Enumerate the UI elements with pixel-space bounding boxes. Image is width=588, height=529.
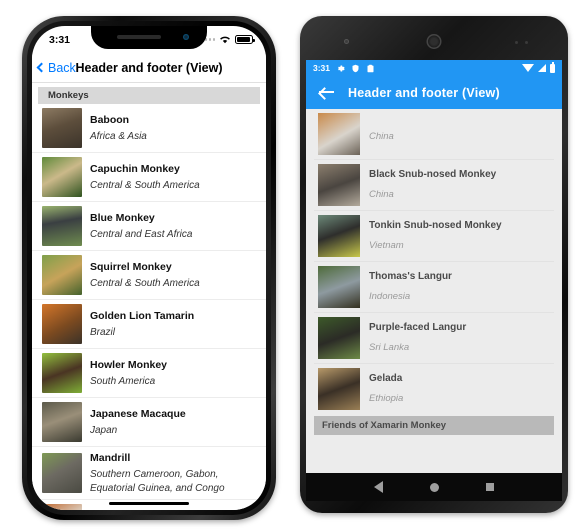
ios-back-button[interactable]: Back: [32, 61, 76, 75]
earpiece-speaker-icon: [117, 35, 161, 39]
android-top-bezel: [306, 22, 562, 60]
nav-recents-icon[interactable]: [486, 483, 495, 491]
android-list-footer: Friends of Xamarin Monkey: [314, 416, 554, 435]
android-device-frame: 3:31 Header and footer (View) China Blac…: [300, 16, 568, 513]
ios-navigation-bar: Back Header and footer (View): [32, 53, 266, 83]
monkey-location: Central & South America: [90, 179, 200, 191]
monkey-location: Ethiopia: [369, 393, 404, 405]
earpiece-speaker-icon: [426, 34, 442, 49]
list-item[interactable]: Black Snub-nosed Monkey China: [314, 159, 554, 210]
monkey-location: Sri Lanka: [369, 342, 410, 354]
front-camera-icon: [183, 34, 189, 40]
monkey-thumbnail: [42, 157, 82, 197]
list-item[interactable]: Blue Monkey Central and East Africa: [32, 201, 266, 250]
list-item[interactable]: China: [314, 109, 554, 159]
monkey-location: South America: [90, 375, 156, 387]
list-item[interactable]: Gelada Ethiopia: [314, 363, 554, 414]
monkey-location: Southern Cameroon, Gabon, Equatorial Gui…: [90, 469, 225, 494]
ios-home-indicator: [109, 501, 189, 505]
chevron-left-icon: [36, 62, 47, 73]
monkey-thumbnail: [42, 206, 82, 246]
battery-icon: [235, 35, 255, 44]
monkey-thumbnail: [318, 113, 360, 155]
list-item[interactable]: Mandrill Southern Cameroon, Gabon, Equato…: [32, 446, 266, 499]
monkey-thumbnail: [318, 266, 360, 308]
monkey-location: Brazil: [90, 326, 116, 338]
list-item[interactable]: Golden Lion Tamarin Brazil: [32, 299, 266, 348]
nav-home-icon[interactable]: [429, 482, 439, 492]
sensor-icons: [515, 41, 528, 44]
android-status-time: 3:31: [313, 63, 331, 73]
monkey-location: Central and East Africa: [90, 228, 193, 240]
arrow-left-icon[interactable]: [319, 86, 334, 99]
android-screen: 3:31 Header and footer (View) China Blac…: [306, 60, 562, 473]
monkey-thumbnail: [318, 317, 360, 359]
ios-back-label: Back: [48, 60, 76, 75]
monkey-name: Baboon: [90, 113, 130, 126]
signal-icon: [538, 64, 546, 72]
iphone-screen: 3:31 Back Header and footer (View) Monke…: [32, 26, 266, 510]
monkey-name: Tonkin Snub-nosed Monkey: [369, 220, 502, 232]
monkey-location: Indonesia: [369, 291, 411, 303]
list-item[interactable]: Capuchin Monkey Central & South America: [32, 152, 266, 201]
monkey-thumbnail: [318, 164, 360, 206]
list-item[interactable]: Japanese Macaque Japan: [32, 397, 266, 446]
front-camera-icon: [344, 39, 349, 44]
android-status-bar: 3:31: [306, 60, 562, 76]
monkey-name: Golden Lion Tamarin: [90, 309, 195, 322]
android-page-title: Header and footer (View): [348, 85, 500, 100]
monkey-location: Vietnam: [369, 240, 404, 252]
iphone-notch: [91, 26, 207, 49]
clipboard-icon: [367, 64, 374, 72]
gear-icon: [338, 65, 345, 71]
list-item[interactable]: Baboon Africa & Asia: [32, 104, 266, 152]
list-item[interactable]: Thomas's Langur Indonesia: [314, 261, 554, 312]
monkey-location: China: [369, 189, 394, 201]
ios-list-section-header: Monkeys: [38, 87, 260, 104]
monkey-location: China: [369, 131, 394, 143]
monkey-thumbnail: [42, 353, 82, 393]
android-monkey-list[interactable]: China Black Snub-nosed Monkey China Tonkin …: [306, 109, 562, 473]
iphone-device-frame: 3:31 Back Header and footer (View) Monke…: [22, 16, 276, 520]
wifi-icon: [220, 36, 230, 44]
monkey-thumbnail: [42, 304, 82, 344]
monkey-name: Mandrill: [90, 452, 131, 464]
battery-icon: [550, 61, 555, 73]
monkey-location: Japan: [90, 424, 118, 436]
android-app-bar: Header and footer (View): [306, 76, 562, 109]
monkey-location: Africa & Asia: [90, 130, 147, 142]
ios-monkey-list[interactable]: Monkeys Baboon Africa & Asia Capuchin Monk…: [32, 83, 266, 510]
ios-status-time: 3:31: [49, 33, 71, 46]
list-item[interactable]: Squirrel Monkey Central & South America: [32, 250, 266, 299]
monkey-name: Black Snub-nosed Monkey: [369, 169, 497, 181]
monkey-name: Blue Monkey: [90, 211, 155, 224]
monkey-name: Capuchin Monkey: [90, 162, 180, 175]
monkey-name: Howler Monkey: [90, 358, 168, 371]
monkey-location: Central & South America: [90, 277, 200, 289]
monkey-thumbnail: [318, 368, 360, 410]
monkey-thumbnail: [42, 108, 82, 148]
monkey-thumbnail: [42, 504, 82, 510]
iphone-bezel: 3:31 Back Header and footer (View) Monke…: [27, 21, 271, 515]
monkey-thumbnail: [42, 453, 82, 494]
nav-back-icon[interactable]: [373, 481, 383, 493]
monkey-name: Japanese Macaque: [90, 407, 186, 420]
wifi-icon: [522, 64, 534, 72]
monkey-name: Thomas's Langur: [369, 271, 452, 283]
android-navigation-bar: [306, 473, 562, 501]
monkey-name: Purple-faced Langur: [369, 322, 467, 334]
screenshot-root: 3:31 Back Header and footer (View) Monke…: [0, 0, 588, 529]
monkey-name: Gelada: [369, 373, 403, 385]
list-item[interactable]: Purple-faced Langur Sri Lanka: [314, 312, 554, 363]
monkey-thumbnail: [318, 215, 360, 257]
android-bottom-bezel: [306, 501, 562, 529]
monkey-thumbnail: [42, 402, 82, 442]
list-item[interactable]: Tonkin Snub-nosed Monkey Vietnam: [314, 210, 554, 261]
monkey-name: Squirrel Monkey: [90, 260, 172, 273]
shield-icon: [352, 64, 359, 72]
monkey-thumbnail: [42, 255, 82, 295]
list-item[interactable]: Howler Monkey South America: [32, 348, 266, 397]
